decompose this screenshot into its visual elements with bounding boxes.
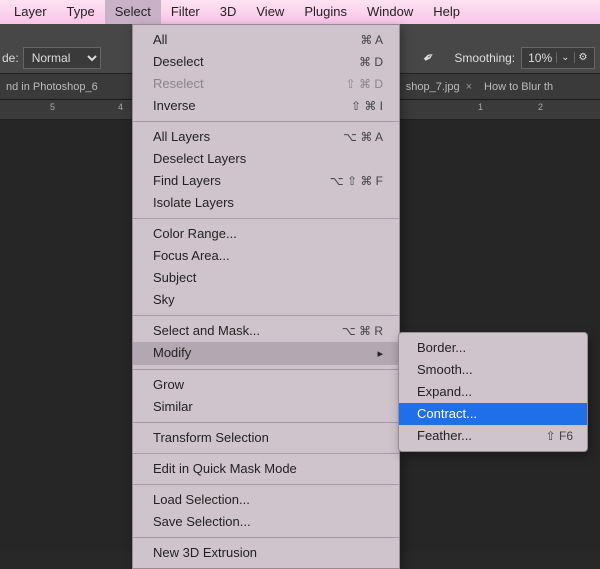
menu-item-grow[interactable]: Grow	[133, 374, 399, 396]
ruler-tick: 2	[538, 102, 543, 112]
ruler-tick: 4	[118, 102, 123, 112]
smoothing-value[interactable]: 10%	[524, 51, 556, 65]
ruler-tick: 5	[50, 102, 55, 112]
submenu-item-expand[interactable]: Expand...	[399, 381, 587, 403]
modify-submenu: Border...Smooth...Expand...Contract...Fe…	[398, 332, 588, 452]
pressure-icon[interactable]: ✒	[419, 47, 438, 68]
menubar-item-layer[interactable]: Layer	[4, 0, 57, 24]
document-tab[interactable]: How to Blur th	[478, 81, 559, 93]
blend-mode-select[interactable]: Normal	[23, 47, 101, 69]
menu-item-transform-selection[interactable]: Transform Selection	[133, 427, 399, 449]
document-tab[interactable]: shop_7.jpg	[400, 81, 466, 93]
menubar-item-view[interactable]: View	[246, 0, 294, 24]
menu-item-sky[interactable]: Sky	[133, 289, 399, 311]
menubar-item-select[interactable]: Select	[105, 0, 161, 24]
menubar-item-window[interactable]: Window	[357, 0, 423, 24]
menu-item-deselect[interactable]: Deselect⌘ D	[133, 51, 399, 73]
smoothing-settings-icon[interactable]: ⚙	[574, 52, 592, 63]
menu-item-similar[interactable]: Similar	[133, 396, 399, 418]
menu-item-save-selection[interactable]: Save Selection...	[133, 511, 399, 533]
menu-item-deselect-layers[interactable]: Deselect Layers	[133, 148, 399, 170]
menu-item-reselect: Reselect⇧ ⌘ D	[133, 73, 399, 95]
menubar-item-plugins[interactable]: Plugins	[294, 0, 357, 24]
menubar: LayerTypeSelectFilter3DViewPluginsWindow…	[0, 0, 600, 24]
menu-item-color-range[interactable]: Color Range...	[133, 223, 399, 245]
menu-item-new-3d-extrusion[interactable]: New 3D Extrusion	[133, 542, 399, 564]
submenu-item-smooth[interactable]: Smooth...	[399, 359, 587, 381]
menubar-item-help[interactable]: Help	[423, 0, 470, 24]
ruler-tick: 1	[478, 102, 483, 112]
close-icon[interactable]: ×	[466, 81, 472, 93]
menubar-item-3d[interactable]: 3D	[210, 0, 247, 24]
menu-item-load-selection[interactable]: Load Selection...	[133, 489, 399, 511]
menu-item-modify[interactable]: Modify	[133, 342, 399, 365]
menu-item-subject[interactable]: Subject	[133, 267, 399, 289]
smoothing-dropdown[interactable]: ⌄	[556, 52, 573, 63]
blend-mode-label: de:	[2, 51, 19, 65]
menu-item-find-layers[interactable]: Find Layers⌥ ⇧ ⌘ F	[133, 170, 399, 192]
submenu-item-contract[interactable]: Contract...	[399, 403, 587, 425]
select-menu-dropdown: All⌘ ADeselect⌘ DReselect⇧ ⌘ DInverse⇧ ⌘…	[132, 24, 400, 569]
menu-item-edit-in-quick-mask-mode[interactable]: Edit in Quick Mask Mode	[133, 458, 399, 480]
document-tab[interactable]: nd in Photoshop_6	[0, 81, 104, 93]
menubar-item-type[interactable]: Type	[57, 0, 105, 24]
smoothing-label: Smoothing:	[454, 51, 515, 65]
menu-item-inverse[interactable]: Inverse⇧ ⌘ I	[133, 95, 399, 117]
menu-item-all[interactable]: All⌘ A	[133, 29, 399, 51]
menubar-item-filter[interactable]: Filter	[161, 0, 210, 24]
menu-item-focus-area[interactable]: Focus Area...	[133, 245, 399, 267]
menu-item-all-layers[interactable]: All Layers⌥ ⌘ A	[133, 126, 399, 148]
menu-item-isolate-layers[interactable]: Isolate Layers	[133, 192, 399, 214]
submenu-item-border[interactable]: Border...	[399, 337, 587, 359]
menu-item-select-and-mask[interactable]: Select and Mask...⌥ ⌘ R	[133, 320, 399, 342]
submenu-item-feather[interactable]: Feather...⇧ F6	[399, 425, 587, 447]
